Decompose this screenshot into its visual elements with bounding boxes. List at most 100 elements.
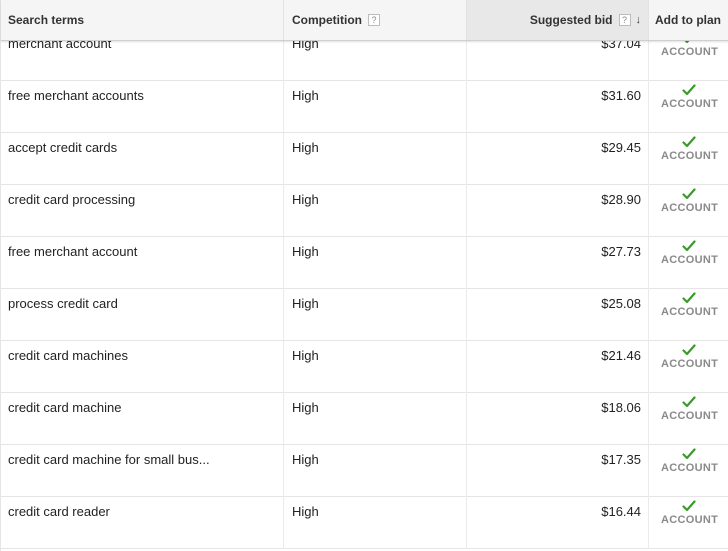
table-row: credit card reader High $16.44 ACCOUNT — [1, 497, 728, 549]
suggested-bid-cell: $16.44 — [467, 497, 649, 549]
competition-value: High — [292, 504, 319, 519]
checkmark-icon — [682, 240, 696, 252]
search-term: credit card machine — [8, 400, 122, 415]
competition-value: High — [292, 140, 319, 155]
suggested-bid-value: $25.08 — [601, 296, 641, 311]
checkmark-icon — [682, 396, 696, 408]
search-term: credit card machines — [8, 348, 128, 363]
competition-cell: High — [284, 445, 467, 497]
competition-value: High — [292, 296, 319, 311]
add-to-plan-button[interactable]: ACCOUNT — [649, 81, 728, 133]
table-row: free merchant account High $27.73 ACCOUNT — [1, 237, 728, 289]
column-header-add-to-plan: Add to plan — [649, 0, 728, 40]
competition-cell: High — [284, 81, 467, 133]
competition-value: High — [292, 348, 319, 363]
account-label: ACCOUNT — [661, 358, 719, 370]
search-term-cell: credit card processing — [1, 185, 284, 237]
search-term-cell: free merchant account — [1, 237, 284, 289]
search-term: credit card machine for small bus... — [8, 452, 210, 467]
column-header-label: Search terms — [8, 13, 85, 27]
table-header: Search terms Competition ? Suggested bid… — [1, 0, 728, 41]
suggested-bid-cell: $17.35 — [467, 445, 649, 497]
checkmark-icon — [682, 344, 696, 356]
account-label: ACCOUNT — [661, 254, 719, 266]
competition-value: High — [292, 244, 319, 259]
table-row: accept credit cards High $29.45 ACCOUNT — [1, 133, 728, 185]
suggested-bid-value: $28.90 — [601, 192, 641, 207]
checkmark-icon — [682, 188, 696, 200]
help-icon[interactable]: ? — [368, 14, 380, 26]
search-term-cell: credit card machines — [1, 341, 284, 393]
column-header-label: Suggested bid — [529, 13, 613, 27]
add-to-plan-button[interactable]: ACCOUNT — [649, 185, 728, 237]
search-term: process credit card — [8, 296, 118, 311]
search-term-cell: credit card machine — [1, 393, 284, 445]
suggested-bid-cell: $25.08 — [467, 289, 649, 341]
sort-descending-icon[interactable]: ↓ — [636, 14, 642, 26]
add-to-plan-button[interactable]: ACCOUNT — [649, 237, 728, 289]
suggested-bid-cell: $21.46 — [467, 341, 649, 393]
checkmark-icon — [682, 292, 696, 304]
competition-cell: High — [284, 237, 467, 289]
search-term-cell: process credit card — [1, 289, 284, 341]
column-header-label: Add to plan — [655, 13, 721, 27]
table-row: credit card processing High $28.90 ACCOUNT — [1, 185, 728, 237]
suggested-bid-cell: $31.60 — [467, 81, 649, 133]
table-row: credit card machine for small bus... High… — [1, 445, 728, 497]
checkmark-icon — [682, 500, 696, 512]
suggested-bid-cell: $18.06 — [467, 393, 649, 445]
checkmark-icon — [682, 84, 696, 96]
account-label: ACCOUNT — [661, 514, 719, 526]
suggested-bid-value: $27.73 — [601, 244, 641, 259]
checkmark-icon — [682, 136, 696, 148]
account-label: ACCOUNT — [661, 150, 719, 162]
column-header-search-terms[interactable]: Search terms — [1, 0, 284, 40]
search-term: accept credit cards — [8, 140, 118, 155]
suggested-bid-value: $18.06 — [601, 400, 641, 415]
add-to-plan-button[interactable]: ACCOUNT — [649, 133, 728, 185]
search-term: credit card processing — [8, 192, 136, 207]
keyword-table: Search terms Competition ? Suggested bid… — [0, 0, 728, 551]
search-term-cell: credit card machine for small bus... — [1, 445, 284, 497]
add-to-plan-button[interactable]: ACCOUNT — [649, 497, 728, 549]
column-header-competition[interactable]: Competition ? — [284, 0, 467, 40]
table-row: process credit card High $25.08 ACCOUNT — [1, 289, 728, 341]
competition-value: High — [292, 452, 319, 467]
competition-cell: High — [284, 133, 467, 185]
account-label: ACCOUNT — [661, 202, 719, 214]
search-term-cell: credit card reader — [1, 497, 284, 549]
checkmark-icon — [682, 448, 696, 460]
competition-value: High — [292, 192, 319, 207]
search-term: free merchant accounts — [8, 88, 144, 103]
account-label: ACCOUNT — [661, 98, 719, 110]
suggested-bid-value: $16.44 — [601, 504, 641, 519]
table-row: free merchant accounts High $31.60 ACCOUNT — [1, 81, 728, 133]
competition-cell: High — [284, 341, 467, 393]
competition-cell: High — [284, 393, 467, 445]
column-header-label: Competition — [292, 13, 362, 27]
suggested-bid-cell: $27.73 — [467, 237, 649, 289]
suggested-bid-cell: $28.90 — [467, 185, 649, 237]
search-term: free merchant account — [8, 244, 138, 259]
add-to-plan-button[interactable]: ACCOUNT — [649, 341, 728, 393]
help-icon[interactable]: ? — [618, 14, 631, 26]
account-label: ACCOUNT — [661, 306, 719, 318]
suggested-bid-cell: $29.45 — [467, 133, 649, 185]
account-label: ACCOUNT — [661, 410, 719, 422]
account-label: ACCOUNT — [661, 462, 719, 474]
competition-cell: High — [284, 497, 467, 549]
add-to-plan-button[interactable]: ACCOUNT — [649, 289, 728, 341]
search-term: credit card reader — [8, 504, 110, 519]
add-to-plan-button[interactable]: ACCOUNT — [649, 393, 728, 445]
add-to-plan-button[interactable]: ACCOUNT — [649, 445, 728, 497]
search-term-cell: accept credit cards — [1, 133, 284, 185]
suggested-bid-value: $21.46 — [601, 348, 641, 363]
competition-cell: High — [284, 185, 467, 237]
account-label: ACCOUNT — [661, 46, 719, 58]
column-header-suggested-bid[interactable]: Suggested bid ? ↓ — [467, 0, 649, 40]
table-row: credit card machines High $21.46 ACCOUNT — [1, 341, 728, 393]
table-row: credit card machine High $18.06 ACCOUNT — [1, 393, 728, 445]
search-term-cell: free merchant accounts — [1, 81, 284, 133]
suggested-bid-value: $29.45 — [601, 140, 641, 155]
competition-cell: High — [284, 289, 467, 341]
